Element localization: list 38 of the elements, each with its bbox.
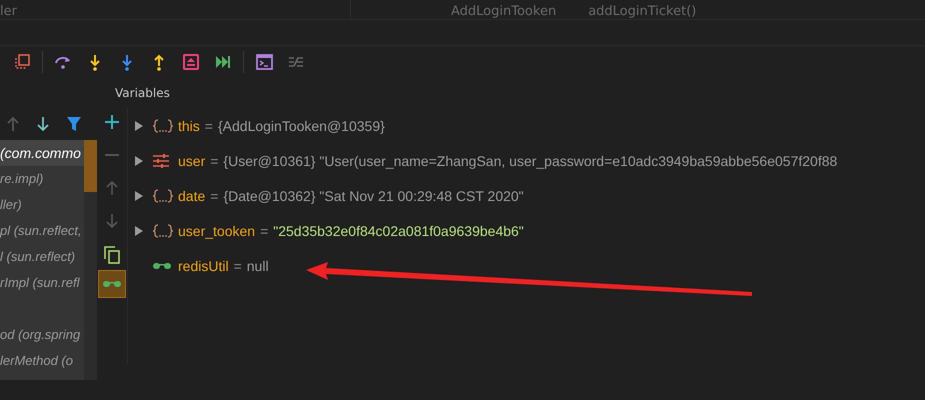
variable-value: {AddLoginTooken@10359} bbox=[218, 118, 385, 134]
equals-sign: = bbox=[234, 258, 242, 274]
run-to-cursor-icon[interactable] bbox=[214, 53, 232, 71]
editor-tab[interactable]: AddLoginTooken bbox=[451, 4, 556, 19]
object-icon bbox=[152, 118, 174, 134]
frames-icon[interactable] bbox=[13, 53, 31, 71]
equals-sign: = bbox=[260, 222, 268, 238]
terminal-icon[interactable] bbox=[255, 53, 273, 71]
object-icon bbox=[152, 188, 174, 204]
variable-value: {Date@10362} "Sat Nov 21 00:29:48 CST 2020" bbox=[223, 188, 524, 204]
object-icon bbox=[152, 222, 174, 238]
frame-item[interactable]: (com.commo bbox=[0, 140, 84, 166]
expand-icon[interactable] bbox=[134, 120, 144, 132]
expand-icon[interactable] bbox=[134, 190, 144, 202]
equals-sign: = bbox=[204, 118, 213, 134]
sliders-icon bbox=[152, 152, 170, 168]
equals-sign: = bbox=[210, 188, 218, 204]
variable-name: date bbox=[178, 188, 206, 204]
equals-sign: = bbox=[210, 152, 218, 168]
variable-value: null bbox=[246, 258, 269, 274]
filter-icon[interactable] bbox=[66, 116, 82, 132]
variable-name: redisUtil bbox=[178, 258, 229, 274]
variable-name: user_tooken bbox=[178, 222, 256, 238]
drop-frame-icon[interactable] bbox=[182, 53, 200, 71]
variable-value: "25d35b32e0f84c02a081f0a9639be4b6" bbox=[273, 222, 524, 238]
expand-icon[interactable] bbox=[134, 154, 144, 166]
expand-icon[interactable] bbox=[134, 224, 144, 236]
editor-tab[interactable]: ler bbox=[0, 4, 350, 19]
variable-name: user bbox=[178, 152, 206, 168]
down-arrow-icon[interactable] bbox=[36, 116, 50, 132]
variable-name: this bbox=[178, 118, 200, 134]
watches-toggle[interactable] bbox=[99, 271, 125, 297]
panel-title: Variables bbox=[114, 86, 171, 102]
scrollbar-thumb[interactable] bbox=[84, 140, 97, 192]
copy-icon[interactable] bbox=[104, 246, 120, 264]
editor-tab[interactable]: addLoginTicket() bbox=[588, 4, 696, 19]
add-icon[interactable] bbox=[104, 114, 120, 130]
variable-value: {User@10361} "User(user_name=ZhangSan, user_password=e10adc3949ba59abbe56e057f20f88 bbox=[223, 152, 838, 168]
